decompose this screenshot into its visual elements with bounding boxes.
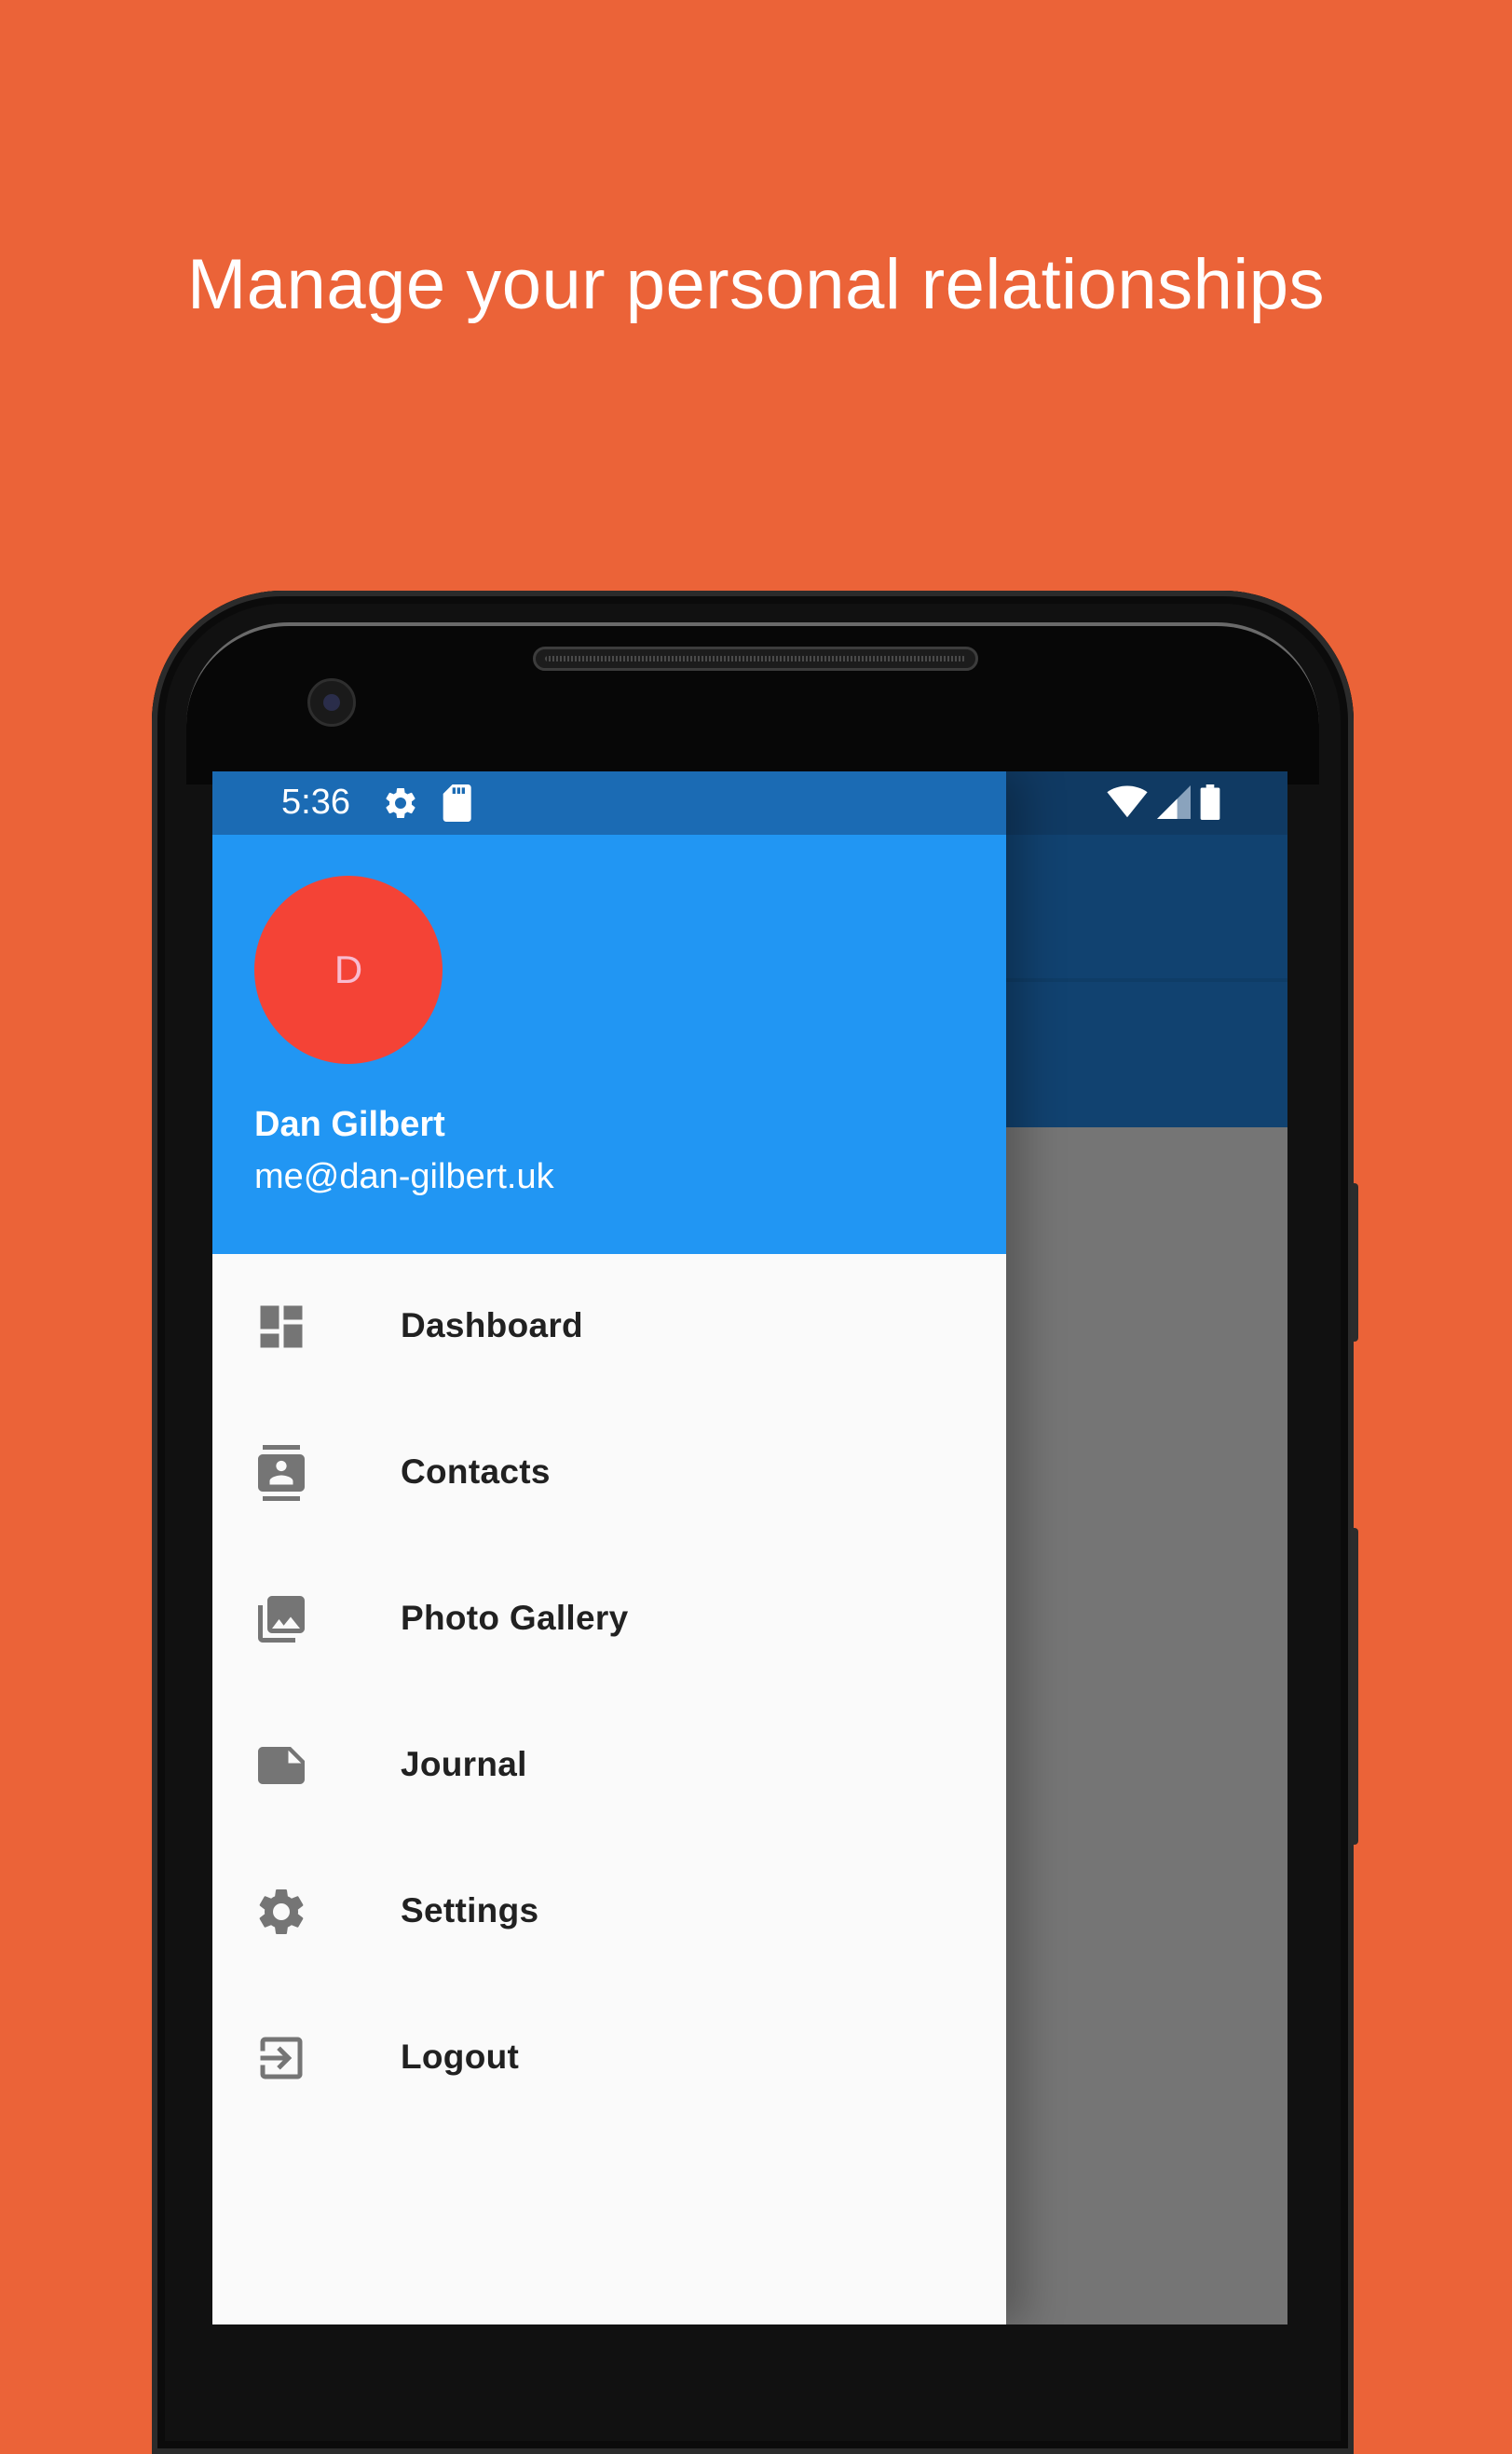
menu-item-photo-gallery[interactable]: Photo Gallery	[212, 1547, 1006, 1693]
power-button	[1351, 1183, 1358, 1342]
phone-speaker	[533, 647, 978, 671]
drawer-header: D Dan Gilbert me@dan-gilbert.uk	[212, 835, 1006, 1254]
menu-item-label: Dashboard	[401, 1306, 583, 1344]
user-name: Dan Gilbert	[254, 1105, 445, 1144]
menu-item-journal[interactable]: Journal	[212, 1693, 1006, 1839]
drawer-menu: Dashboard Contacts Photo Gallery Journal	[212, 1254, 1006, 2132]
menu-item-label: Settings	[401, 1891, 539, 1929]
menu-item-logout[interactable]: Logout	[212, 1985, 1006, 2132]
avatar[interactable]: D	[254, 876, 443, 1064]
settings-icon	[259, 1888, 304, 1934]
signal-icon	[1157, 785, 1191, 819]
status-bar: 5:36	[212, 771, 1006, 835]
logout-icon	[260, 2037, 303, 2079]
user-email: me@dan-gilbert.uk	[254, 1157, 554, 1196]
wifi-icon	[1107, 785, 1148, 818]
dashboard-icon	[260, 1305, 303, 1348]
front-camera	[307, 678, 356, 727]
photo-gallery-icon	[258, 1596, 305, 1643]
gear-icon	[386, 787, 415, 818]
menu-item-settings[interactable]: Settings	[212, 1839, 1006, 1985]
volume-button	[1351, 1528, 1358, 1845]
menu-item-label: Logout	[401, 2038, 520, 2076]
sd-card-icon	[443, 784, 471, 822]
journal-icon	[258, 1747, 305, 1784]
menu-item-label: Journal	[401, 1745, 527, 1783]
menu-item-dashboard[interactable]: Dashboard	[212, 1254, 1006, 1400]
headline: Manage your personal relationships	[186, 245, 1326, 324]
navigation-drawer: 5:36 D Dan Gilbert me@dan-gilbert.uk Das…	[212, 771, 1006, 2324]
menu-item-label: Photo Gallery	[401, 1599, 629, 1637]
contacts-icon	[258, 1445, 305, 1501]
status-time: 5:36	[281, 783, 350, 822]
status-bar-right	[1006, 771, 1287, 835]
battery-icon	[1200, 784, 1220, 820]
menu-item-label: Contacts	[401, 1452, 551, 1491]
menu-item-contacts[interactable]: Contacts	[212, 1400, 1006, 1547]
phone-screen: 5:36 D Dan Gilbert me@dan-gilbert.uk Das…	[212, 771, 1287, 2324]
